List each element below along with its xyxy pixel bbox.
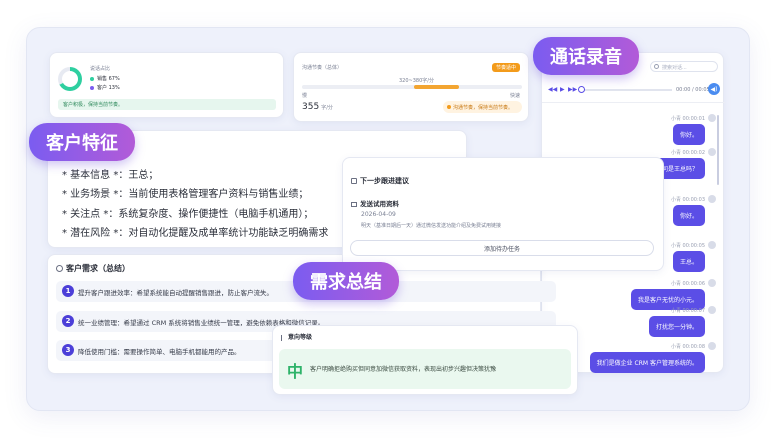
check-circle-icon <box>56 265 63 272</box>
avatar <box>708 148 716 156</box>
need-text-1: 提升客户跟进效率：希望系统能自动提醒销售跟进，防止客户流失。 <box>78 288 273 297</box>
intent-desc: 客户明确拒绝购买但同意加微信获取资料，表现出初步兴趣但决策犹豫 <box>310 366 497 373</box>
feature-line-2: * 业务场景 *：当前使用表格管理客户资料与销售业绩； <box>62 189 309 200</box>
chat-meta: 小青 00:00:02 <box>670 150 705 156</box>
feature-line-4: * 潜在风险 *：对自动化提醒及成单率统计功能缺乏明确需求 <box>62 228 329 239</box>
sales-value: 67% <box>108 76 120 82</box>
rhythm-scale-left: 慢 <box>302 93 308 99</box>
search-icon <box>654 64 659 69</box>
feature-line-1: * 基本信息 *：王总； <box>62 170 159 181</box>
forward-icon[interactable]: ▶▶ <box>568 86 577 93</box>
need-number-3: 3 <box>62 344 74 356</box>
rhythm-scale-right: 快速 <box>509 93 520 99</box>
needs-label: 需求总结 <box>293 262 399 300</box>
next-step-item: 发送试用资料 <box>351 198 399 208</box>
features-label: 客户特征 <box>29 123 135 161</box>
rhythm-fill <box>414 85 459 89</box>
sales-legend: 销售 67% <box>90 75 120 82</box>
chat-bubble: 王总。 <box>672 251 705 272</box>
rhythm-speed-value: 355 <box>302 102 320 112</box>
rhythm-badge: 节奏适中 <box>491 63 520 72</box>
chat-bubble: 你好。 <box>672 124 705 145</box>
need-number-2: 2 <box>62 315 74 327</box>
intent-body: 中 客户明确拒绝购买但同意加微信获取资料，表现出初步兴趣但决策犹豫 <box>279 349 571 389</box>
customer-value: 13% <box>108 85 120 91</box>
player-track[interactable] <box>580 89 672 91</box>
next-step-card: 下一步跟进建议 发送试用资料 2026-04-09 明天（基准日期后一天）通过微… <box>342 157 664 271</box>
rhythm-speed: 355 字/分 <box>302 102 333 112</box>
talk-ratio-title: 说话占比 <box>90 66 111 72</box>
intent-title: 意向等级 <box>288 334 313 341</box>
recording-label: 通话录音 <box>533 37 639 75</box>
sales-label: 销售 <box>97 76 108 82</box>
chat-meta: 小青 00:00:07 <box>670 308 705 314</box>
intent-card: 意向等级 中 客户明确拒绝购买但同意加微信获取资料，表现出初步兴趣但决策犹豫 <box>272 325 578 395</box>
rhythm-tip-icon <box>447 105 451 109</box>
chat-meta: 小青 00:00:06 <box>670 281 705 287</box>
need-number-1: 1 <box>62 285 74 297</box>
player-bar: ◀◀ ▶ ▶▶ 00:00 / 00:05 ◀) <box>548 83 720 97</box>
chat-scrollbar[interactable] <box>717 115 719 185</box>
rhythm-card: 沟通节奏（总体） 节奏适中 320~380字/分 慢 快速 355 字/分 沟通节… <box>293 52 529 122</box>
avatar <box>708 306 716 314</box>
needs-title: 客户需求（总结） <box>66 264 130 273</box>
avatar <box>708 114 716 122</box>
needs-header: 客户需求（总结） <box>56 263 130 274</box>
flag-icon <box>281 334 285 341</box>
talk-ratio-donut <box>58 67 82 91</box>
search-placeholder: 搜索对话... <box>662 65 687 71</box>
avatar <box>708 195 716 203</box>
chat-meta: 小青 00:00:08 <box>670 344 705 350</box>
feature-line-3: * 关注点 *：系统复杂度、操作便捷性（电脑手机通用）； <box>62 209 314 220</box>
intent-level: 中 <box>287 362 304 381</box>
chat-meta: 小青 00:00:03 <box>670 197 705 203</box>
chat-bubble: 打扰您一分钟。 <box>648 316 705 337</box>
talk-ratio-card: 说话占比 销售 67% 客户 13% 客户积极，保持当前节奏。 <box>49 52 284 118</box>
player-knob[interactable] <box>578 86 585 93</box>
intent-header: 意向等级 <box>281 332 312 341</box>
sales-dot <box>90 76 94 81</box>
chat-bubble: 你好。 <box>672 205 705 226</box>
player-time: 00:00 / 00:05 <box>676 87 710 93</box>
next-step-desc: 明天（基准日期后一天）通过微信发送功能介绍及免费试用链接 <box>361 223 502 229</box>
customer-legend: 客户 13% <box>90 84 120 91</box>
need-text-3: 降低使用门槛：需要操作简单、电脑手机都能用的产品。 <box>78 347 241 356</box>
avatar <box>708 241 716 249</box>
next-step-date: 2026-04-09 <box>361 211 396 218</box>
next-step-header: 下一步跟进建议 <box>351 176 409 186</box>
customer-dot <box>90 85 94 90</box>
chat-bubble: 我们是做企业 CRM 客户管理系统的。 <box>589 352 705 373</box>
avatar <box>708 279 716 287</box>
add-task-button[interactable]: 添加待办任务 <box>350 240 654 256</box>
send-icon <box>351 201 357 207</box>
rhythm-tip: 沟通节奏，保持当前节奏。 <box>443 101 522 113</box>
chat-meta: 小青 00:00:01 <box>670 116 705 122</box>
avatar <box>708 342 716 350</box>
talk-ratio-hint: 客户积极，保持当前节奏。 <box>58 99 276 110</box>
rewind-icon[interactable]: ◀◀ <box>548 86 557 93</box>
chat-search[interactable]: 搜索对话... <box>650 61 718 72</box>
play-icon[interactable]: ▶ <box>560 86 565 93</box>
chat-divider <box>542 102 725 103</box>
rhythm-track <box>302 85 522 89</box>
next-step-item-title: 发送试用资料 <box>360 200 399 208</box>
talk-ratio-hint-text: 客户积极，保持当前节奏。 <box>63 102 124 108</box>
customer-label: 客户 <box>97 85 108 91</box>
volume-button[interactable]: ◀) <box>708 83 720 95</box>
chat-meta: 小青 00:00:05 <box>670 243 705 249</box>
rhythm-range: 320~380字/分 <box>399 78 434 84</box>
calendar-icon <box>351 178 357 184</box>
rhythm-tip-text: 沟通节奏，保持当前节奏。 <box>453 105 514 111</box>
add-task-label: 添加待办任务 <box>483 245 520 253</box>
rhythm-speed-unit: 字/分 <box>321 105 333 111</box>
next-step-title: 下一步跟进建议 <box>360 177 409 185</box>
rhythm-title: 沟通节奏（总体） <box>302 65 343 71</box>
